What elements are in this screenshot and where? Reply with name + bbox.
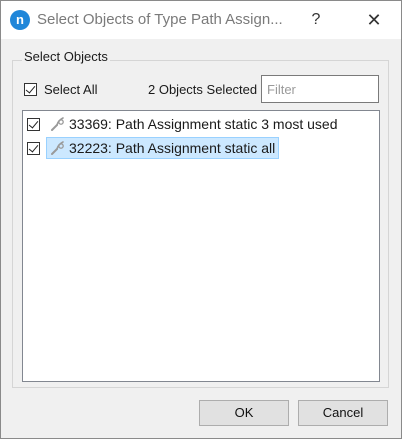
list-item[interactable]: 33369: Path Assignment static 3 most use…	[25, 113, 342, 135]
list-item-label: 33369: Path Assignment static 3 most use…	[69, 116, 338, 132]
app-logo-icon: n	[10, 10, 30, 30]
filter-input[interactable]	[261, 75, 379, 103]
select-all-checkbox[interactable]: Select All	[24, 80, 97, 98]
path-assignment-icon	[51, 141, 64, 155]
cancel-button[interactable]: Cancel	[298, 400, 388, 426]
close-button[interactable]: ✕	[351, 1, 397, 39]
group-label: Select Objects	[22, 49, 110, 65]
ok-button[interactable]: OK	[199, 400, 289, 426]
item-checkbox[interactable]	[27, 117, 40, 131]
objects-list[interactable]: 33369: Path Assignment static 3 most use…	[22, 110, 380, 382]
select-all-check-icon[interactable]	[24, 82, 37, 96]
select-all-label[interactable]: Select All	[44, 82, 97, 97]
title-bar: n Select Objects of Type Path Assign... …	[1, 1, 401, 39]
help-button[interactable]: ?	[293, 1, 339, 39]
list-item-body-selected[interactable]: 32223: Path Assignment static all	[46, 137, 280, 159]
list-item-body[interactable]: 33369: Path Assignment static 3 most use…	[46, 113, 342, 135]
list-item[interactable]: 32223: Path Assignment static all	[25, 137, 280, 159]
item-checkbox[interactable]	[27, 141, 40, 155]
dialog-title: Select Objects of Type Path Assign...	[37, 11, 283, 28]
path-assignment-icon	[51, 117, 64, 131]
selection-count: 2 Objects Selected	[148, 82, 258, 97]
list-item-label: 32223: Path Assignment static all	[69, 140, 276, 156]
